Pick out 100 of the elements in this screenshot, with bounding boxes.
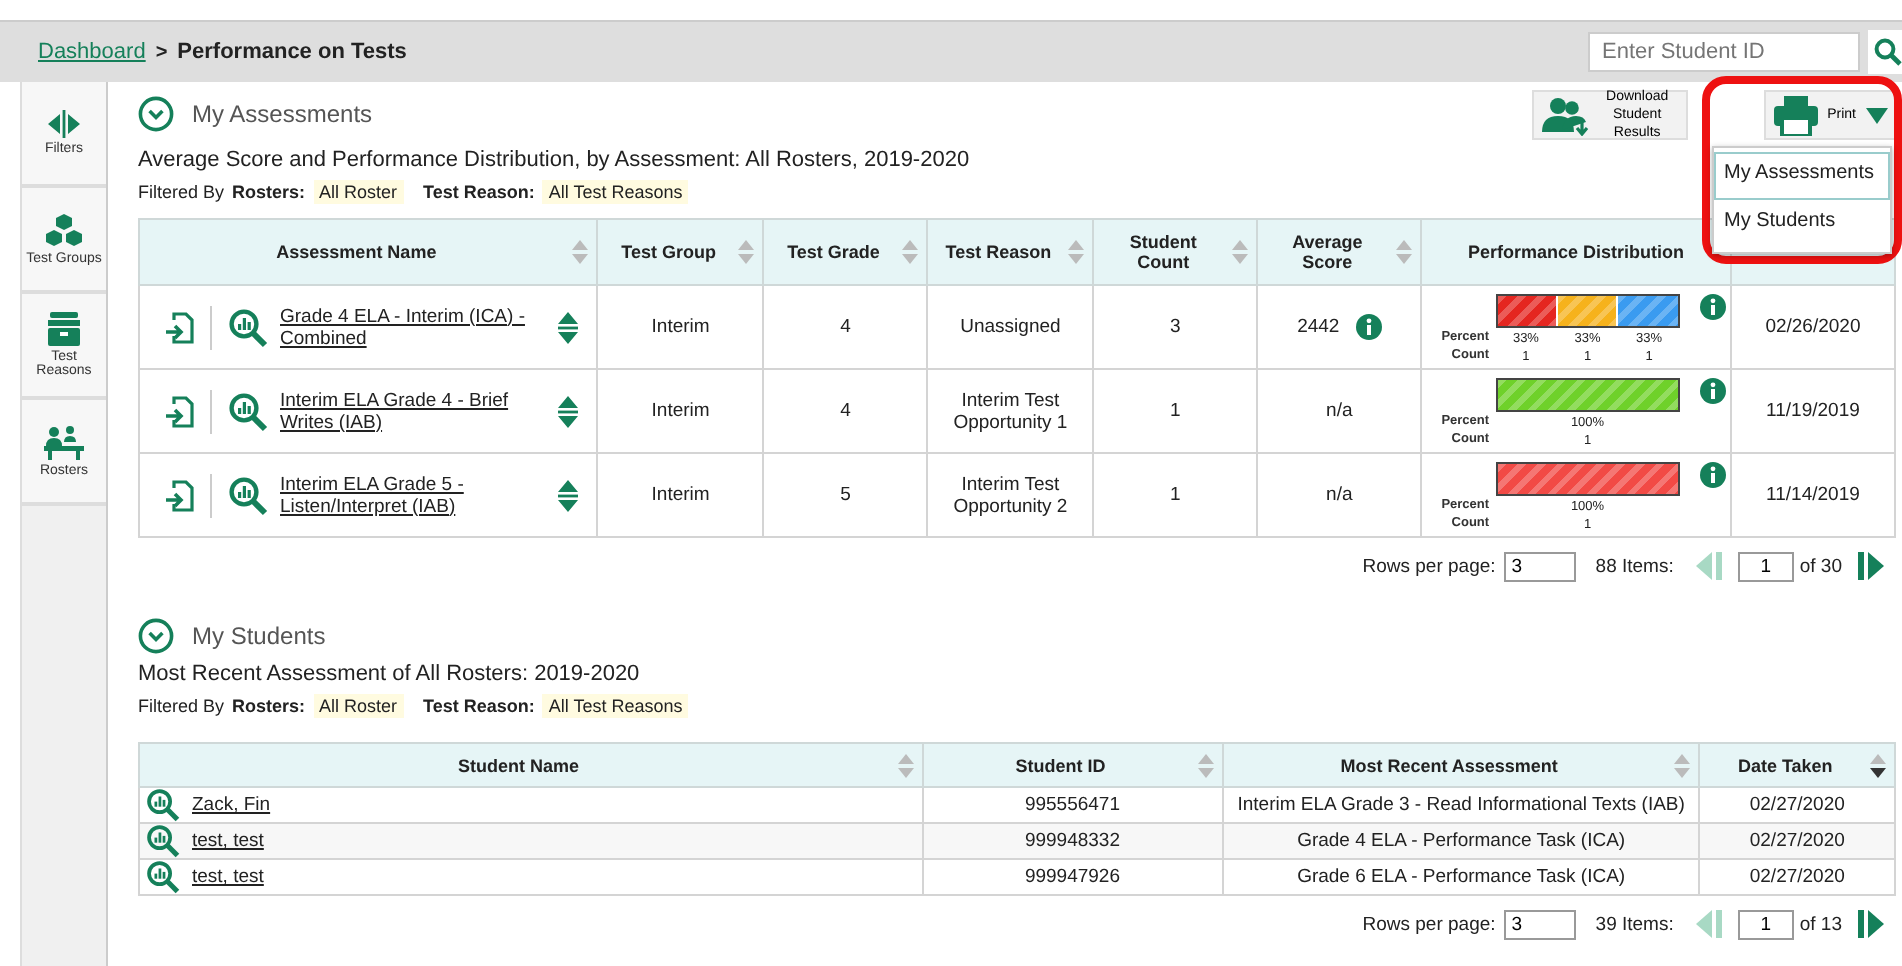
student-link[interactable]: test, test [192,866,264,888]
next-page-icon[interactable] [1858,910,1886,938]
sort-icon [1068,240,1085,264]
filter-label: Filtered By [138,182,225,202]
table-cell: 02/26/2020 [1730,285,1895,369]
next-page-icon[interactable] [1858,552,1886,580]
filter-label: Test Reason: [423,696,535,716]
section-title: My Students [192,622,326,650]
page-number-field[interactable]: 1 [1737,551,1794,581]
breadcrumb-separator: > [155,41,168,63]
teacher-desk-icon [42,425,86,459]
filter-label: Filtered By [138,696,225,716]
page-total: of 13 [1799,913,1842,935]
sort-icon [1396,240,1413,264]
table-cell: Interim [597,369,764,453]
printer-icon [1773,95,1818,135]
sort-icon [897,753,914,777]
column-header[interactable]: Student Count [1093,219,1258,285]
table-cell: Interim Test Opportunity 2 [927,453,1094,537]
column-header[interactable]: Student Name [139,743,923,787]
info-icon[interactable] [1699,462,1726,488]
rows-per-page-field[interactable]: 3 [1503,909,1576,939]
average-score: n/a [1326,484,1353,506]
filter-label: Rosters: [232,696,306,716]
column-header[interactable]: Average Score [1257,219,1422,285]
column-header[interactable]: Student ID [922,743,1223,787]
move-up-down-icon[interactable] [556,479,581,511]
table-cell: 11/14/2019 [1730,453,1895,537]
breadcrumb-link[interactable]: Dashboard [38,40,146,64]
info-icon[interactable] [1699,378,1726,404]
average-score: n/a [1326,400,1353,422]
table-cell: 3 [1093,285,1258,369]
filter-value: All Test Reasons [542,694,689,718]
page-number-field[interactable]: 1 [1737,909,1794,939]
page-title: Performance on Tests [177,40,407,64]
table-cell: 999947926 [922,859,1223,895]
cubes-icon [44,212,84,248]
sort-icon [1232,240,1249,264]
filter-value: All Roster [313,180,404,204]
search-icon [1874,38,1902,66]
column-header[interactable]: Test Grade [763,219,928,285]
collapse-toggle-icon[interactable] [138,96,174,132]
info-icon[interactable] [1699,294,1726,320]
column-header[interactable]: Most Recent Assessment [1222,743,1700,787]
search-button[interactable] [1868,30,1902,74]
report-search-icon[interactable] [228,391,268,431]
table-cell: 02/27/2020 [1699,859,1895,895]
item-count: 88 Items: [1595,555,1674,577]
sort-icon [738,240,755,264]
table-cell: Interim [597,453,764,537]
caret-icon [1866,107,1888,123]
column-header[interactable]: Date Taken [1699,743,1895,787]
sort-icon [902,240,919,264]
column-header[interactable]: Test Reason [927,219,1094,285]
move-up-down-icon[interactable] [556,311,581,343]
filter-value: All Test Reasons [542,180,689,204]
rows-per-page-label: Rows per page: [1362,913,1496,935]
student-link[interactable]: Zack, Fin [192,794,271,816]
student-id-field[interactable]: Enter Student ID [1588,32,1860,72]
menu-item[interactable]: My Assessments [1714,152,1890,200]
export-to-box-icon[interactable] [164,395,194,427]
filter-value: All Roster [313,694,404,718]
export-to-box-icon[interactable] [164,311,194,343]
sort-icon [1197,753,1214,777]
move-up-down-icon[interactable] [556,395,581,427]
table-cell: 1 [1093,369,1258,453]
average-score: 2442 [1297,316,1340,338]
report-search-icon[interactable] [146,860,180,894]
table-cell: 4 [763,285,928,369]
sort-icon [1674,753,1691,777]
table-cell: Interim [597,285,764,369]
sort-icon [1870,753,1886,777]
table-cell: 5 [763,453,928,537]
table-cell: 1 [1093,453,1258,537]
item-count: 39 Items: [1595,913,1674,935]
column-header[interactable]: Assessment Name [139,219,598,285]
export-to-box-icon[interactable] [164,479,194,511]
people-download-icon [1541,95,1590,135]
table-cell: Unassigned [927,285,1094,369]
filter-label: Test Reason: [423,182,535,202]
rows-per-page-field[interactable]: 3 [1503,551,1576,581]
student-link[interactable]: test, test [192,830,264,852]
section-subtitle: Average Score and Performance Distribution, by Assessment: All Rosters, 2019-2020 [138,148,970,172]
rows-per-page-label: Rows per page: [1362,555,1496,577]
collapse-toggle-icon[interactable] [138,618,174,654]
sort-icon [572,240,589,264]
filter-label: Rosters: [232,182,306,202]
file-box-icon [46,312,82,346]
report-search-icon[interactable] [228,475,268,515]
report-search-icon[interactable] [146,788,180,822]
page-total: of 30 [1799,555,1842,577]
report-search-icon[interactable] [228,307,268,347]
column-header[interactable]: Test Group [597,219,764,285]
filters-icon [46,110,82,138]
table-cell: 11/19/2019 [1730,369,1895,453]
info-icon[interactable] [1355,314,1382,340]
table-cell: 4 [763,369,928,453]
report-search-icon[interactable] [146,824,180,858]
section-title: My Assessments [192,100,373,128]
table-cell: Interim Test Opportunity 1 [927,369,1094,453]
